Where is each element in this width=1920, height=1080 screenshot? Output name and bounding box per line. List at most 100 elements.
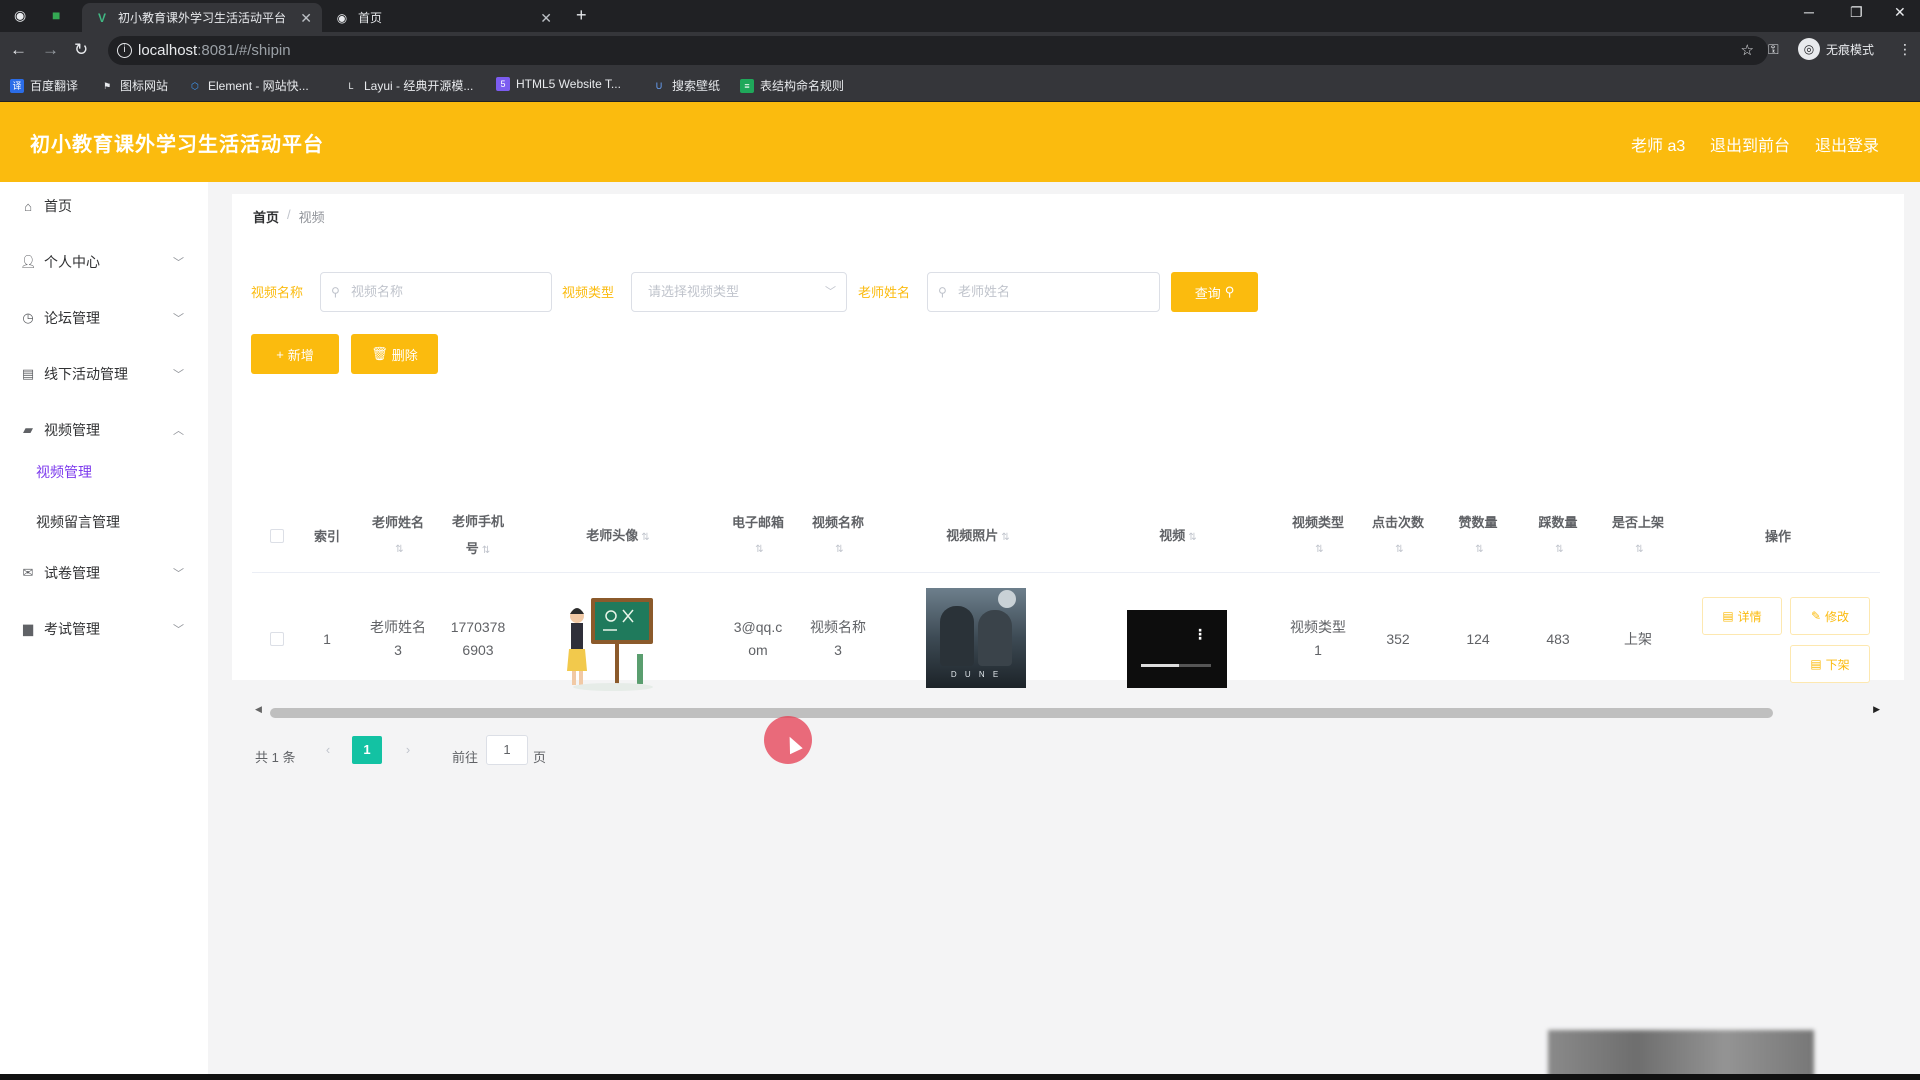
sidebar-subitem-video-manage[interactable]: 视频管理 xyxy=(0,447,208,497)
sort-icon[interactable]: ⇅ xyxy=(1395,536,1403,563)
cell-text: 3 xyxy=(834,642,842,658)
edit-button[interactable]: ✎ 修改 xyxy=(1790,597,1870,635)
sidebar-item-exam[interactable]: ▆ 考试管理 ﹀ xyxy=(0,601,208,657)
prev-page-button[interactable]: ‹ xyxy=(313,736,343,764)
scroll-right-icon[interactable]: ▶ xyxy=(1873,704,1880,715)
briefcase-icon: ▆ xyxy=(23,621,33,636)
back-icon[interactable]: ← xyxy=(10,41,27,59)
cell-text: 3@qq.c xyxy=(733,619,783,635)
bookmark-item[interactable]: L Layui - 经典开源模... xyxy=(344,77,473,94)
column-header-teacher-name[interactable]: 老师姓名 ⇅ xyxy=(358,500,438,572)
cell-clicks: 352 xyxy=(1386,631,1410,647)
column-header-email[interactable]: 电子邮箱 ⇅ xyxy=(718,500,798,572)
sort-icon[interactable]: ⇅ xyxy=(1555,536,1563,563)
pinned-tab-icon[interactable]: ■ xyxy=(52,7,60,23)
header-divider xyxy=(252,572,1880,573)
close-tab-icon[interactable]: ✕ xyxy=(300,10,312,27)
add-button[interactable]: + 新增 xyxy=(251,334,339,374)
scrollbar-thumb[interactable] xyxy=(270,708,1773,718)
cell-text: 1770378 xyxy=(450,619,506,635)
window-close-icon[interactable]: ✕ xyxy=(1894,4,1906,21)
column-header-teacher-avatar[interactable]: 老师头像 ⇅ xyxy=(518,500,718,572)
sort-icon[interactable]: ⇅ xyxy=(641,532,649,543)
edit-icon: ✎ xyxy=(1810,609,1822,623)
sidebar-item-home[interactable]: ⌂ 首页 xyxy=(0,178,208,234)
video-player[interactable]: ⋮ xyxy=(1127,610,1227,688)
breadcrumb-home[interactable]: 首页 xyxy=(253,207,279,226)
sort-icon[interactable]: ⇅ xyxy=(755,536,763,563)
sort-icon[interactable]: ⇅ xyxy=(395,536,403,563)
column-header-teacher-phone[interactable]: 老师手机号 ⇅ xyxy=(438,500,518,572)
detail-button[interactable]: ▤ 详情 xyxy=(1702,597,1782,635)
delete-button[interactable]: 🗑︎ 删除 xyxy=(351,334,438,374)
sidebar-item-forum[interactable]: ◷ 论坛管理 ﹀ xyxy=(0,290,208,346)
forward-icon[interactable]: → xyxy=(42,41,59,59)
column-header-clicks[interactable]: 点击次数 ⇅ xyxy=(1358,500,1438,572)
sort-icon[interactable]: ⇅ xyxy=(1635,536,1643,563)
address-bar[interactable]: i localhost:8081/#/shipin ☆ xyxy=(108,36,1768,65)
column-header-video-name[interactable]: 视频名称 ⇅ xyxy=(798,500,878,572)
sort-icon[interactable]: ⇅ xyxy=(1475,536,1483,563)
sidebar-item-exam-paper[interactable]: ✉ 试卷管理 ﹀ xyxy=(0,545,208,601)
sidebar-item-profile[interactable]: 👤︎ 个人中心 ﹀ xyxy=(0,234,208,290)
sidebar-item-offline-activity[interactable]: ▤ 线下活动管理 ﹀ xyxy=(0,346,208,402)
tab-inactive[interactable]: ◉ 首页 ✕ xyxy=(322,3,562,32)
reload-icon[interactable]: ↻ xyxy=(74,41,88,59)
column-header-video-photo[interactable]: 视频照片 ⇅ xyxy=(878,500,1078,572)
column-header-likes[interactable]: 赞数量 ⇅ xyxy=(1438,500,1518,572)
bookmark-item[interactable]: 译百度翻译 xyxy=(10,77,78,94)
sort-icon[interactable]: ⇅ xyxy=(1315,536,1323,563)
tab-title: 首页 xyxy=(358,11,383,25)
pagination-total: 共 1 条 xyxy=(255,750,296,765)
chrome-menu-icon[interactable]: ◉ xyxy=(14,7,26,24)
column-header-video[interactable]: 视频 ⇅ xyxy=(1078,500,1278,572)
cell-text: om xyxy=(748,642,768,658)
front-page-link[interactable]: 退出到前台 xyxy=(1710,132,1790,156)
column-header-on-shelf[interactable]: 是否上架 ⇅ xyxy=(1598,500,1678,572)
incognito-indicator[interactable]: ◎ 无痕模式 xyxy=(1798,38,1874,60)
close-tab-icon[interactable]: ✕ xyxy=(540,10,552,27)
bookmark-item[interactable]: ≡ 表结构命名规则 xyxy=(740,77,844,94)
column-header-video-type[interactable]: 视频类型 ⇅ xyxy=(1278,500,1358,572)
site-info-icon[interactable]: i xyxy=(117,43,132,58)
browser-menu-icon[interactable]: ⋮ xyxy=(1898,41,1912,58)
minimize-icon[interactable]: ─ xyxy=(1804,4,1814,20)
column-header-dislikes[interactable]: 踩数量 ⇅ xyxy=(1518,500,1598,572)
new-tab-button[interactable]: + xyxy=(576,5,587,26)
bookmark-item[interactable]: U 搜索壁纸 xyxy=(652,77,720,94)
tab-active[interactable]: V 初小教育课外学习生活活动平台 ✕ xyxy=(82,3,322,32)
logout-link[interactable]: 退出登录 xyxy=(1815,132,1879,156)
bookmark-star-icon[interactable]: ☆ xyxy=(1741,36,1754,65)
blurred-watermark xyxy=(1548,1030,1814,1074)
bookmark-item[interactable]: ⚑ 图标网站 xyxy=(100,77,168,94)
goto-page-input[interactable]: 1 xyxy=(486,735,528,765)
row-checkbox[interactable] xyxy=(270,632,284,646)
sort-icon[interactable]: ⇅ xyxy=(1001,532,1009,543)
sidebar-subitem-video-comments[interactable]: 视频留言管理 xyxy=(0,497,208,547)
cell-text: 6903 xyxy=(462,642,494,658)
more-vertical-icon[interactable]: ⋮ xyxy=(1193,626,1207,643)
scroll-left-icon[interactable]: ◀ xyxy=(255,704,262,715)
sort-icon[interactable]: ⇅ xyxy=(835,536,843,563)
home-icon: ⌂ xyxy=(24,198,32,214)
next-page-button[interactable]: › xyxy=(393,736,423,764)
sort-icon[interactable]: ⇅ xyxy=(482,545,490,556)
bookmark-item[interactable]: ⬡ Element - 网站快... xyxy=(188,77,309,94)
select-all-checkbox[interactable] xyxy=(270,529,284,543)
teacher-name-input[interactable]: ⚲ 老师姓名 xyxy=(927,272,1160,312)
restore-icon[interactable]: ❐ xyxy=(1850,4,1863,21)
video-name-label: 视频名称 xyxy=(251,285,304,300)
page-button-1[interactable]: 1 xyxy=(352,736,382,764)
take-down-button[interactable]: ▤ 下架 xyxy=(1790,645,1870,683)
video-poster-image[interactable]: D U N E xyxy=(926,588,1026,688)
sort-icon[interactable]: ⇅ xyxy=(1188,532,1196,543)
video-type-select[interactable]: 请选择视频类型 ﹀ xyxy=(631,272,847,312)
video-name-input[interactable]: ⚲ 视频名称 xyxy=(320,272,552,312)
key-icon[interactable]: ⚿ xyxy=(1768,41,1779,58)
wallpaper-icon: U xyxy=(655,80,663,91)
bookmark-item[interactable]: 5 HTML5 Website T... xyxy=(496,77,621,91)
header-label: 赞数量 xyxy=(1458,515,1498,530)
bookmarks-bar: 译百度翻译 ⚑ 图标网站 ⬡ Element - 网站快... L Layui - 经… xyxy=(0,69,1920,102)
query-button[interactable]: 查询 ⚲ xyxy=(1171,272,1258,312)
document-icon: ▤ xyxy=(1810,657,1822,671)
